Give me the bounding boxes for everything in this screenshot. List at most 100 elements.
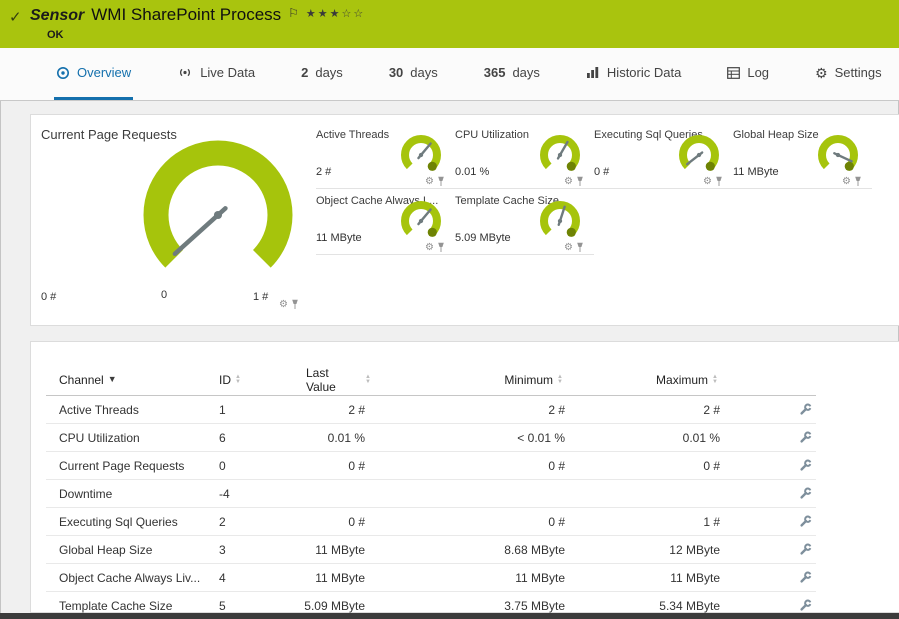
object-cache-always-l-gauge [395,199,447,245]
gauge-title: Global Heap Size [733,129,819,141]
tab-365-days[interactable]: 365days [482,48,542,100]
channel-settings-wrench-icon[interactable] [799,543,812,556]
table-cell: 6 [211,431,301,445]
channel-settings-wrench-icon[interactable] [799,403,812,416]
settings-icon: ⚙ [815,66,828,80]
gauge-actions: ⚙ [425,242,445,253]
gauge-max-label: 1 # [253,291,268,303]
table-cell: 1 [211,403,301,417]
table-cell: 0 [211,459,301,473]
table-cell: 0 # [371,515,571,529]
channel-settings-wrench-icon[interactable] [799,515,812,528]
column-header-last-value[interactable]: Last Value▲▼ [301,366,371,394]
gauge-pin-icon[interactable] [715,176,723,187]
column-label: Minimum [504,373,553,387]
gauge-min-label: 0 # [41,291,56,303]
status-ok-check-icon: ✓ [9,8,22,26]
table-cell: 1 # [571,515,726,529]
gauge-actions: ⚙ [842,176,862,187]
gauge-pin-icon[interactable] [291,299,299,310]
column-header-channel[interactable]: Channel▼ [46,373,211,387]
gauge-settings-gear-icon[interactable]: ⚙ [425,177,434,187]
gauge-settings-gear-icon[interactable]: ⚙ [564,177,573,187]
tab-settings[interactable]: ⚙Settings [813,48,884,100]
table-cell: 5 [211,599,301,613]
gauge-settings-gear-icon[interactable]: ⚙ [564,243,573,253]
gauge-settings-gear-icon[interactable]: ⚙ [842,177,851,187]
gauge-pin-icon[interactable] [854,176,862,187]
gauge-settings-gear-icon[interactable]: ⚙ [425,243,434,253]
gauge-cell-template-cache-size: Template Cache Size5.09 MByte⚙ [455,189,594,255]
table-cell: 0 # [301,459,371,473]
table-cell: 11 MByte [301,571,371,585]
table-cell: 0 # [371,459,571,473]
tab-bar: OverviewLive Data2days30days365daysHisto… [0,48,899,101]
gauge-value: 0.01 % [455,166,489,178]
column-header-minimum[interactable]: Minimum ▲▼ [371,373,571,387]
column-header-maximum[interactable]: Maximum▲▼ [571,373,726,387]
tab-30-days[interactable]: 30days [387,48,440,100]
table-cell: Current Page Requests [46,459,211,473]
table-row-current-page-requests[interactable]: Current Page Requests00 #0 #0 # [46,452,816,480]
table-cell-actions [726,571,816,584]
table-row-cpu-utilization[interactable]: CPU Utilization60.01 %< 0.01 %0.01 % [46,424,816,452]
channel-settings-wrench-icon[interactable] [799,459,812,472]
channel-settings-wrench-icon[interactable] [799,431,812,444]
channel-settings-wrench-icon[interactable] [799,571,812,584]
bottom-bar [0,613,899,619]
table-cell: Template Cache Size [46,599,211,613]
gauge-value: 11 MByte [316,232,362,244]
tab-overview[interactable]: Overview [54,48,133,100]
cpu-utilization-gauge [534,133,586,179]
table-cell: 5.09 MByte [301,599,371,613]
gauge-actions: ⚙ [564,242,584,253]
flag-icon[interactable]: ⚐ [288,5,299,20]
large-gauge-block: Current Page Requests 0 # 0 1 # ⚙ [31,115,316,325]
tab-historic-data[interactable]: Historic Data [584,48,683,100]
tab-label: Live Data [200,65,255,80]
tab-label: Log [747,65,769,80]
table-row-object-cache-always-liv[interactable]: Object Cache Always Liv...411 MByte11 MB… [46,564,816,592]
sort-desc-icon: ▼ [108,375,117,384]
table-cell: Global Heap Size [46,543,211,557]
table-cell: 5.34 MByte [571,599,726,613]
table-row-downtime[interactable]: Downtime-4 [46,480,816,508]
executing-sql-queries-gauge [673,133,725,179]
gauge-title: CPU Utilization [455,129,529,141]
table-row-active-threads[interactable]: Active Threads12 #2 #2 # [46,396,816,424]
gauge-actions: ⚙ [425,176,445,187]
gauge-pin-icon[interactable] [576,242,584,253]
table-cell: 2 # [371,403,571,417]
sensor-status-badge: OK [47,29,64,41]
channel-settings-wrench-icon[interactable] [799,599,812,612]
gauge-value: 0 # [594,166,609,178]
priority-stars[interactable]: ★★★☆☆ [306,5,365,20]
sensor-title: WMI SharePoint Process [91,5,281,25]
table-cell: 12 MByte [571,543,726,557]
gauge-cell-cpu-utilization: CPU Utilization 0.01 % ⚙ [455,123,594,189]
tab-2-days[interactable]: 2days [299,48,345,100]
gauge-value: 11 MByte [733,166,779,178]
tab-log[interactable]: Log [725,48,771,100]
live-data-icon [177,66,193,79]
channel-settings-wrench-icon[interactable] [799,487,812,500]
gauge-pin-icon[interactable] [437,176,445,187]
gauge-settings-gear-icon[interactable]: ⚙ [703,177,712,187]
column-header-id[interactable]: ID▲▼ [211,373,301,387]
sort-icon: ▲▼ [557,375,563,385]
tab-live-data[interactable]: Live Data [175,48,257,100]
gauge-title: Active Threads [316,129,389,141]
table-cell: 2 # [571,403,726,417]
gauge-pin-icon[interactable] [576,176,584,187]
gauge-pin-icon[interactable] [437,242,445,253]
table-cell: Object Cache Always Liv... [46,571,211,585]
table-cell: -4 [211,487,301,501]
tab-label: days [512,65,539,80]
table-cell-actions [726,459,816,472]
table-cell: 0.01 % [571,431,726,445]
table-row-global-heap-size[interactable]: Global Heap Size311 MByte8.68 MByte12 MB… [46,536,816,564]
table-row-executing-sql-queries[interactable]: Executing Sql Queries20 #0 #1 # [46,508,816,536]
sensor-type-label: Sensor [30,5,84,25]
gauge-settings-gear-icon[interactable]: ⚙ [279,300,288,310]
tab-number: 2 [301,65,308,80]
